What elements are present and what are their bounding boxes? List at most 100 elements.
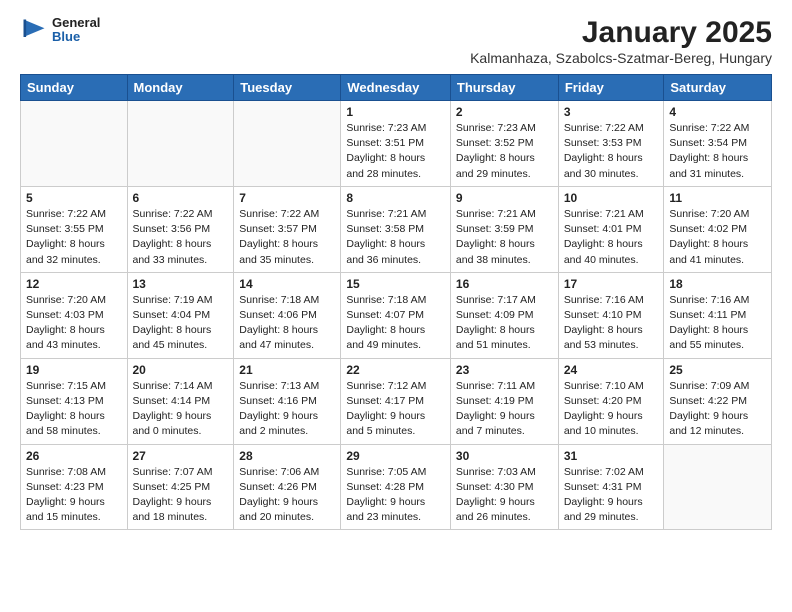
day-number: 5: [26, 191, 122, 205]
day-info: Sunrise: 7:22 AMSunset: 3:57 PMDaylight:…: [239, 207, 335, 268]
day-info: Sunrise: 7:15 AMSunset: 4:13 PMDaylight:…: [26, 379, 122, 440]
day-number: 18: [669, 277, 766, 291]
calendar-cell: [664, 444, 772, 530]
calendar-cell: 26 Sunrise: 7:08 AMSunset: 4:23 PMDayligh…: [21, 444, 128, 530]
day-info: Sunrise: 7:14 AMSunset: 4:14 PMDaylight:…: [133, 379, 229, 440]
calendar-cell: 11 Sunrise: 7:20 AMSunset: 4:02 PMDayligh…: [664, 186, 772, 272]
day-number: 2: [456, 105, 553, 119]
calendar-cell: 2 Sunrise: 7:23 AMSunset: 3:52 PMDaylight…: [450, 101, 558, 187]
day-info: Sunrise: 7:22 AMSunset: 3:56 PMDaylight:…: [133, 207, 229, 268]
day-header-monday: Monday: [127, 75, 234, 101]
day-info: Sunrise: 7:02 AMSunset: 4:31 PMDaylight:…: [564, 465, 659, 526]
day-number: 12: [26, 277, 122, 291]
logo: General Blue: [20, 16, 100, 45]
day-info: Sunrise: 7:08 AMSunset: 4:23 PMDaylight:…: [26, 465, 122, 526]
logo-blue: Blue: [52, 30, 100, 44]
calendar-cell: 17 Sunrise: 7:16 AMSunset: 4:10 PMDayligh…: [558, 272, 664, 358]
day-info: Sunrise: 7:21 AMSunset: 3:59 PMDaylight:…: [456, 207, 553, 268]
title-block: January 2025 Kalmanhaza, Szabolcs-Szatma…: [470, 16, 772, 66]
calendar-cell: 20 Sunrise: 7:14 AMSunset: 4:14 PMDayligh…: [127, 358, 234, 444]
calendar-cell: 15 Sunrise: 7:18 AMSunset: 4:07 PMDayligh…: [341, 272, 451, 358]
calendar-cell: 28 Sunrise: 7:06 AMSunset: 4:26 PMDayligh…: [234, 444, 341, 530]
calendar-cell: 30 Sunrise: 7:03 AMSunset: 4:30 PMDayligh…: [450, 444, 558, 530]
day-info: Sunrise: 7:23 AMSunset: 3:51 PMDaylight:…: [346, 121, 445, 182]
day-info: Sunrise: 7:16 AMSunset: 4:10 PMDaylight:…: [564, 293, 659, 354]
calendar-cell: 8Sunrise: 7:21 AMSunset: 3:58 PMDaylight…: [341, 186, 451, 272]
day-number: 9: [456, 191, 553, 205]
day-number: 30: [456, 449, 553, 463]
day-number: 11: [669, 191, 766, 205]
day-header-saturday: Saturday: [664, 75, 772, 101]
day-number: 28: [239, 449, 335, 463]
calendar-title: January 2025: [470, 16, 772, 50]
day-info: Sunrise: 7:13 AMSunset: 4:16 PMDaylight:…: [239, 379, 335, 440]
day-number: 23: [456, 363, 553, 377]
calendar-cell: 29Sunrise: 7:05 AMSunset: 4:28 PMDayligh…: [341, 444, 451, 530]
day-info: Sunrise: 7:22 AMSunset: 3:54 PMDaylight:…: [669, 121, 766, 182]
day-info: Sunrise: 7:07 AMSunset: 4:25 PMDaylight:…: [133, 465, 229, 526]
day-number: 15: [346, 277, 445, 291]
week-row-2: 5Sunrise: 7:22 AMSunset: 3:55 PMDaylight…: [21, 186, 772, 272]
calendar-cell: 31 Sunrise: 7:02 AMSunset: 4:31 PMDayligh…: [558, 444, 664, 530]
day-header-sunday: Sunday: [21, 75, 128, 101]
day-info: Sunrise: 7:22 AMSunset: 3:53 PMDaylight:…: [564, 121, 659, 182]
calendar-cell: 18 Sunrise: 7:16 AMSunset: 4:11 PMDayligh…: [664, 272, 772, 358]
calendar-cell: [127, 101, 234, 187]
day-info: Sunrise: 7:23 AMSunset: 3:52 PMDaylight:…: [456, 121, 553, 182]
day-number: 6: [133, 191, 229, 205]
day-number: 20: [133, 363, 229, 377]
day-info: Sunrise: 7:06 AMSunset: 4:26 PMDaylight:…: [239, 465, 335, 526]
day-header-tuesday: Tuesday: [234, 75, 341, 101]
day-number: 10: [564, 191, 659, 205]
day-info: Sunrise: 7:17 AMSunset: 4:09 PMDaylight:…: [456, 293, 553, 354]
day-number: 21: [239, 363, 335, 377]
day-info: Sunrise: 7:12 AMSunset: 4:17 PMDaylight:…: [346, 379, 445, 440]
logo-icon: [20, 16, 48, 44]
day-number: 31: [564, 449, 659, 463]
day-number: 14: [239, 277, 335, 291]
day-info: Sunrise: 7:11 AMSunset: 4:19 PMDaylight:…: [456, 379, 553, 440]
day-info: Sunrise: 7:20 AMSunset: 4:03 PMDaylight:…: [26, 293, 122, 354]
calendar-cell: 12 Sunrise: 7:20 AMSunset: 4:03 PMDayligh…: [21, 272, 128, 358]
day-number: 7: [239, 191, 335, 205]
page: General Blue January 2025 Kalmanhaza, Sz…: [0, 0, 792, 546]
day-number: 24: [564, 363, 659, 377]
calendar-cell: 6 Sunrise: 7:22 AMSunset: 3:56 PMDaylight…: [127, 186, 234, 272]
calendar-cell: 5Sunrise: 7:22 AMSunset: 3:55 PMDaylight…: [21, 186, 128, 272]
day-info: Sunrise: 7:03 AMSunset: 4:30 PMDaylight:…: [456, 465, 553, 526]
calendar-cell: 16 Sunrise: 7:17 AMSunset: 4:09 PMDayligh…: [450, 272, 558, 358]
header: General Blue January 2025 Kalmanhaza, Sz…: [20, 16, 772, 66]
calendar-cell: 7 Sunrise: 7:22 AMSunset: 3:57 PMDaylight…: [234, 186, 341, 272]
calendar-cell: [234, 101, 341, 187]
day-info: Sunrise: 7:18 AMSunset: 4:07 PMDaylight:…: [346, 293, 445, 354]
day-info: Sunrise: 7:21 AMSunset: 3:58 PMDaylight:…: [346, 207, 445, 268]
day-info: Sunrise: 7:09 AMSunset: 4:22 PMDaylight:…: [669, 379, 766, 440]
day-number: 22: [346, 363, 445, 377]
day-number: 1: [346, 105, 445, 119]
calendar-cell: 1 Sunrise: 7:23 AMSunset: 3:51 PMDaylight…: [341, 101, 451, 187]
day-number: 16: [456, 277, 553, 291]
day-info: Sunrise: 7:19 AMSunset: 4:04 PMDaylight:…: [133, 293, 229, 354]
calendar-cell: 9 Sunrise: 7:21 AMSunset: 3:59 PMDaylight…: [450, 186, 558, 272]
week-row-3: 12 Sunrise: 7:20 AMSunset: 4:03 PMDayligh…: [21, 272, 772, 358]
day-header-wednesday: Wednesday: [341, 75, 451, 101]
day-number: 13: [133, 277, 229, 291]
days-header-row: SundayMondayTuesdayWednesdayThursdayFrid…: [21, 75, 772, 101]
day-number: 4: [669, 105, 766, 119]
day-info: Sunrise: 7:16 AMSunset: 4:11 PMDaylight:…: [669, 293, 766, 354]
calendar-cell: 3Sunrise: 7:22 AMSunset: 3:53 PMDaylight…: [558, 101, 664, 187]
day-number: 17: [564, 277, 659, 291]
calendar-cell: 4 Sunrise: 7:22 AMSunset: 3:54 PMDaylight…: [664, 101, 772, 187]
day-info: Sunrise: 7:20 AMSunset: 4:02 PMDaylight:…: [669, 207, 766, 268]
calendar-cell: 10 Sunrise: 7:21 AMSunset: 4:01 PMDayligh…: [558, 186, 664, 272]
calendar-cell: 25Sunrise: 7:09 AMSunset: 4:22 PMDayligh…: [664, 358, 772, 444]
calendar-cell: 22 Sunrise: 7:12 AMSunset: 4:17 PMDayligh…: [341, 358, 451, 444]
calendar-cell: [21, 101, 128, 187]
logo-general: General: [52, 16, 100, 30]
day-number: 27: [133, 449, 229, 463]
day-number: 26: [26, 449, 122, 463]
calendar-cell: 14 Sunrise: 7:18 AMSunset: 4:06 PMDayligh…: [234, 272, 341, 358]
week-row-4: 19Sunrise: 7:15 AMSunset: 4:13 PMDayligh…: [21, 358, 772, 444]
day-info: Sunrise: 7:21 AMSunset: 4:01 PMDaylight:…: [564, 207, 659, 268]
day-info: Sunrise: 7:18 AMSunset: 4:06 PMDaylight:…: [239, 293, 335, 354]
